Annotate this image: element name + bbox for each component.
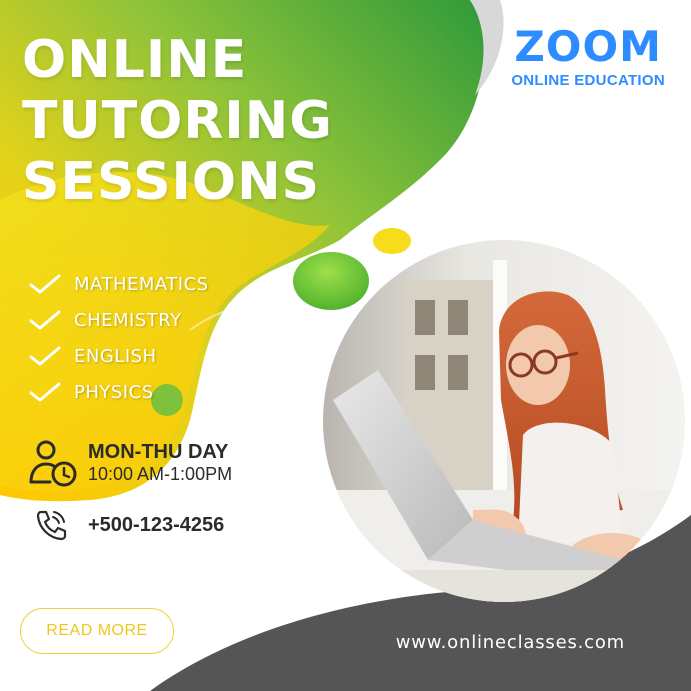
checkmark-icon [29, 274, 61, 294]
phone-icon [36, 510, 67, 541]
read-more-button[interactable]: READ MORE [20, 608, 174, 654]
person-clock-icon [29, 440, 77, 487]
subject-list: MATHEMATICS CHEMISTRY ENGLISH PHYSICS [28, 266, 209, 410]
student-photo [323, 240, 685, 602]
title-line-1: ONLINE [22, 30, 248, 90]
schedule-block: MON-THU DAY 10:00 AM-1:00PM [28, 438, 232, 488]
schedule-time: 10:00 AM-1:00PM [88, 464, 233, 484]
contact-phone: +500-123-4256 [34, 508, 224, 542]
title-line-3: SESSIONS [22, 152, 321, 212]
page-title: ONLINE TUTORING SESSIONS [22, 30, 333, 213]
phone-number[interactable]: +500-123-4256 [88, 514, 224, 537]
list-item: PHYSICS [28, 374, 209, 410]
list-item: CHEMISTRY [28, 302, 209, 338]
list-item: ENGLISH [28, 338, 209, 374]
logo-subtitle: ONLINE EDUCATION [511, 72, 665, 89]
schedule-day: MON-THU DAY [88, 441, 229, 463]
list-item: MATHEMATICS [28, 266, 209, 302]
checkmark-icon [29, 310, 61, 330]
checkmark-icon [29, 382, 61, 402]
subject-label: CHEMISTRY [74, 309, 182, 331]
schedule-text: MON-THU DAY 10:00 AM-1:00PM [88, 441, 232, 485]
brand-logo: ZOOM ONLINE EDUCATION [511, 22, 665, 90]
subject-label: ENGLISH [74, 345, 157, 367]
logo-wordmark: ZOOM [514, 22, 662, 71]
title-line-2: TUTORING [22, 91, 333, 151]
checkmark-icon [29, 346, 61, 366]
subject-label: PHYSICS [74, 381, 154, 403]
subject-label: MATHEMATICS [74, 273, 209, 295]
poster: ONLINE TUTORING SESSIONS ZOOM ONLINE EDU… [0, 0, 691, 691]
website-link[interactable]: www.onlineclasses.com [396, 632, 625, 653]
